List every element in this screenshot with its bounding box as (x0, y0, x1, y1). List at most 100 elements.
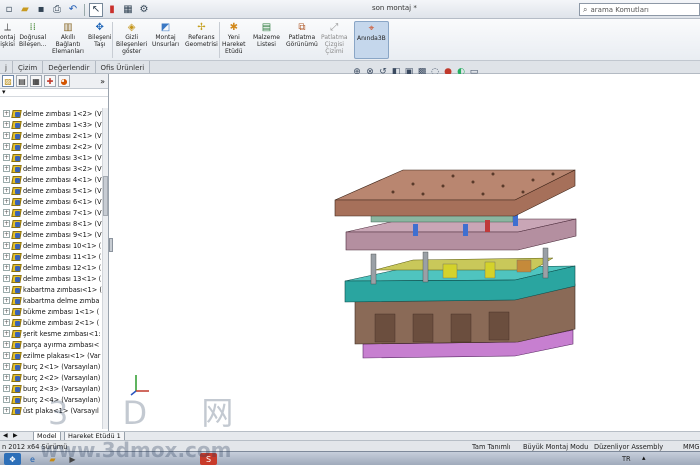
montaj-unsurlari-button[interactable]: ◩ Montaj Unsurları (152, 21, 179, 48)
tree-item[interactable]: + bükme zımbası 2<1> ( (0, 317, 102, 328)
expand-icon[interactable]: + (3, 374, 10, 381)
media-icon[interactable]: ▶ (64, 453, 81, 465)
tree-item[interactable]: + delme zımbası 6<1> (V (0, 196, 102, 207)
expand-icon[interactable]: + (3, 242, 10, 249)
tree-item[interactable]: + delme zımbası 4<1> (V (0, 174, 102, 185)
filter-dropdown-icon[interactable]: ▾ (2, 88, 6, 96)
tree-item[interactable]: + parça ayırma zımbası< (0, 339, 102, 350)
tree-item[interactable]: + delme zımbası 10<1> ( (0, 240, 102, 251)
print-icon[interactable]: ⎙ (50, 3, 64, 17)
scrollbar-thumb[interactable] (103, 176, 108, 216)
expand-icon[interactable]: + (3, 176, 10, 183)
gizli-bilesenleri-goster-button[interactable]: ◈ Gizli Bileşenleri göster (116, 21, 147, 55)
property-manager-tab-icon[interactable]: ▤ (16, 75, 28, 87)
patlatma-gorunumu-button[interactable]: ⧉ Patlatma Görünümü (286, 21, 318, 48)
tree-item[interactable]: + delme zımbası 11<1> ( (0, 251, 102, 262)
units-status[interactable]: MMG (683, 443, 700, 451)
expand-icon[interactable]: + (3, 253, 10, 260)
expand-icon[interactable]: + (3, 231, 10, 238)
expand-icon[interactable]: + (3, 330, 10, 337)
tree-item[interactable]: + delme zımbası 12<1> ( (0, 262, 102, 273)
select-icon[interactable]: ↖ (89, 2, 103, 17)
tree-item[interactable]: + delme zımbası 13<1> ( (0, 273, 102, 284)
patlatma-cizgisi-cizimi-button[interactable]: ⤢ Patlatma Çizgisi Çizimi (321, 21, 348, 55)
open-icon[interactable]: ▰ (18, 3, 32, 17)
guide-pillar[interactable] (542, 247, 549, 279)
explorer-icon[interactable]: ▰ (44, 453, 61, 465)
tree-item[interactable]: + ezilme plakası<1> (Var (0, 350, 102, 361)
guide-pillar[interactable] (422, 251, 429, 283)
tree-item[interactable]: + delme zımbası 8<1> (V (0, 218, 102, 229)
tree-item[interactable]: + burç 2<1> (Varsayılan) (0, 361, 102, 372)
rebuild-icon[interactable]: ▮ (105, 3, 119, 17)
new-icon[interactable]: ▫ (2, 3, 16, 17)
expand-icon[interactable]: + (3, 143, 10, 150)
die-assembly-model[interactable] (113, 74, 700, 431)
aninda-3b-button[interactable]: ⌖ Anında3B (354, 21, 389, 59)
language-indicator[interactable]: TR (622, 455, 631, 463)
tree-item[interactable]: + delme zımbası 1<2> (V (0, 108, 102, 119)
expand-icon[interactable]: + (3, 341, 10, 348)
expand-icon[interactable]: + (3, 385, 10, 392)
tree-item[interactable]: + kabartma zımbası<1> ( (0, 284, 102, 295)
tree-item[interactable]: + bükme zımbası 1<1> ( (0, 306, 102, 317)
tab-evaluate[interactable]: Değerlendir (43, 61, 96, 74)
expand-icon[interactable]: + (3, 352, 10, 359)
expand-icon[interactable]: + (3, 319, 10, 326)
tree-item[interactable]: + delme zımbası 9<1> (V (0, 229, 102, 240)
undo-icon[interactable]: ↶ (66, 3, 80, 17)
expand-icon[interactable]: + (3, 363, 10, 370)
expand-icon[interactable]: + (3, 297, 10, 304)
start-icon[interactable]: ❖ (4, 453, 21, 465)
dogrusal-bilesen-button[interactable]: ⁞⁞ Doğrusal Bileşen... (19, 21, 46, 48)
display-manager-tab-icon[interactable]: ◕ (58, 75, 70, 87)
expand-icon[interactable]: + (3, 154, 10, 161)
referans-geometrisi-button[interactable]: ✢ Referans Geometrisi (185, 21, 218, 48)
tree-item[interactable]: + delme zımbası 1<3> (V (0, 119, 102, 130)
configuration-manager-tab-icon[interactable]: ▦ (30, 75, 42, 87)
expand-panel-icon[interactable]: » (100, 77, 105, 86)
akilli-baglanti-button[interactable]: ▥ Akıllı Bağlantı Elemanları (52, 21, 84, 55)
graphics-area[interactable] (113, 74, 700, 431)
file-properties-icon[interactable]: ▦ (121, 3, 135, 17)
malzeme-listesi-button[interactable]: ▤ Malzeme Listesi (253, 21, 280, 48)
expand-icon[interactable]: + (3, 264, 10, 271)
tree-scrollbar[interactable] (102, 108, 108, 429)
tab-office-products[interactable]: Ofis Ürünleri (96, 61, 151, 74)
tree-item[interactable]: + delme zımbası 2<1> (V (0, 130, 102, 141)
tree-item[interactable]: + şerit kesme zımbası<1: (0, 328, 102, 339)
options-icon[interactable]: ⚙ (137, 3, 151, 17)
expand-icon[interactable]: + (3, 407, 10, 414)
expand-icon[interactable]: + (3, 132, 10, 139)
tree-item[interactable]: + kabartma delme zımba (0, 295, 102, 306)
tree-item[interactable]: + delme zımbası 7<1> (V (0, 207, 102, 218)
montaj-iliskisi-button[interactable]: ⟂ ontaj işkisi (0, 21, 15, 48)
tree-item[interactable]: + delme zımbası 3<1> (V (0, 152, 102, 163)
tree-item[interactable]: + delme zımbası 2<2> (V (0, 141, 102, 152)
expand-icon[interactable]: + (3, 286, 10, 293)
expand-icon[interactable]: + (3, 165, 10, 172)
tray-icon[interactable]: ▴ (642, 454, 646, 462)
tree-item[interactable]: + üst plaka<1> (Varsayıl (0, 405, 102, 416)
tree-item[interactable]: + delme zımbası 3<2> (V (0, 163, 102, 174)
expand-icon[interactable]: + (3, 110, 10, 117)
expand-icon[interactable]: + (3, 220, 10, 227)
tab-assembly[interactable]: j (0, 61, 13, 74)
expand-icon[interactable]: + (3, 198, 10, 205)
ie-icon[interactable]: e (24, 453, 41, 465)
expand-icon[interactable]: + (3, 121, 10, 128)
tab-scroll-right-icon[interactable]: ▶ (13, 432, 18, 439)
search-input[interactable]: ⌕ arama Komutları (579, 3, 700, 16)
expand-icon[interactable]: + (3, 308, 10, 315)
tree-item[interactable]: + burç 2<3> (Varsayılan) (0, 383, 102, 394)
yeni-hareket-etudu-button[interactable]: ✱ Yeni Hareket Etüdü (222, 21, 246, 55)
tab-scroll-left-icon[interactable]: ◀ (3, 432, 8, 439)
save-icon[interactable]: ▪ (34, 3, 48, 17)
solidworks-taskbar-icon[interactable]: S (200, 453, 217, 465)
filter-row[interactable]: ▾ (0, 88, 108, 97)
guide-pillar[interactable] (370, 253, 377, 285)
tab-sketch[interactable]: Çizim (13, 61, 44, 74)
tree-item[interactable]: + burç 2<4> (Varsayılan) (0, 394, 102, 405)
expand-icon[interactable]: + (3, 396, 10, 403)
bileseni-tasi-button[interactable]: ✥ Bileşeni Taşı (88, 21, 111, 48)
